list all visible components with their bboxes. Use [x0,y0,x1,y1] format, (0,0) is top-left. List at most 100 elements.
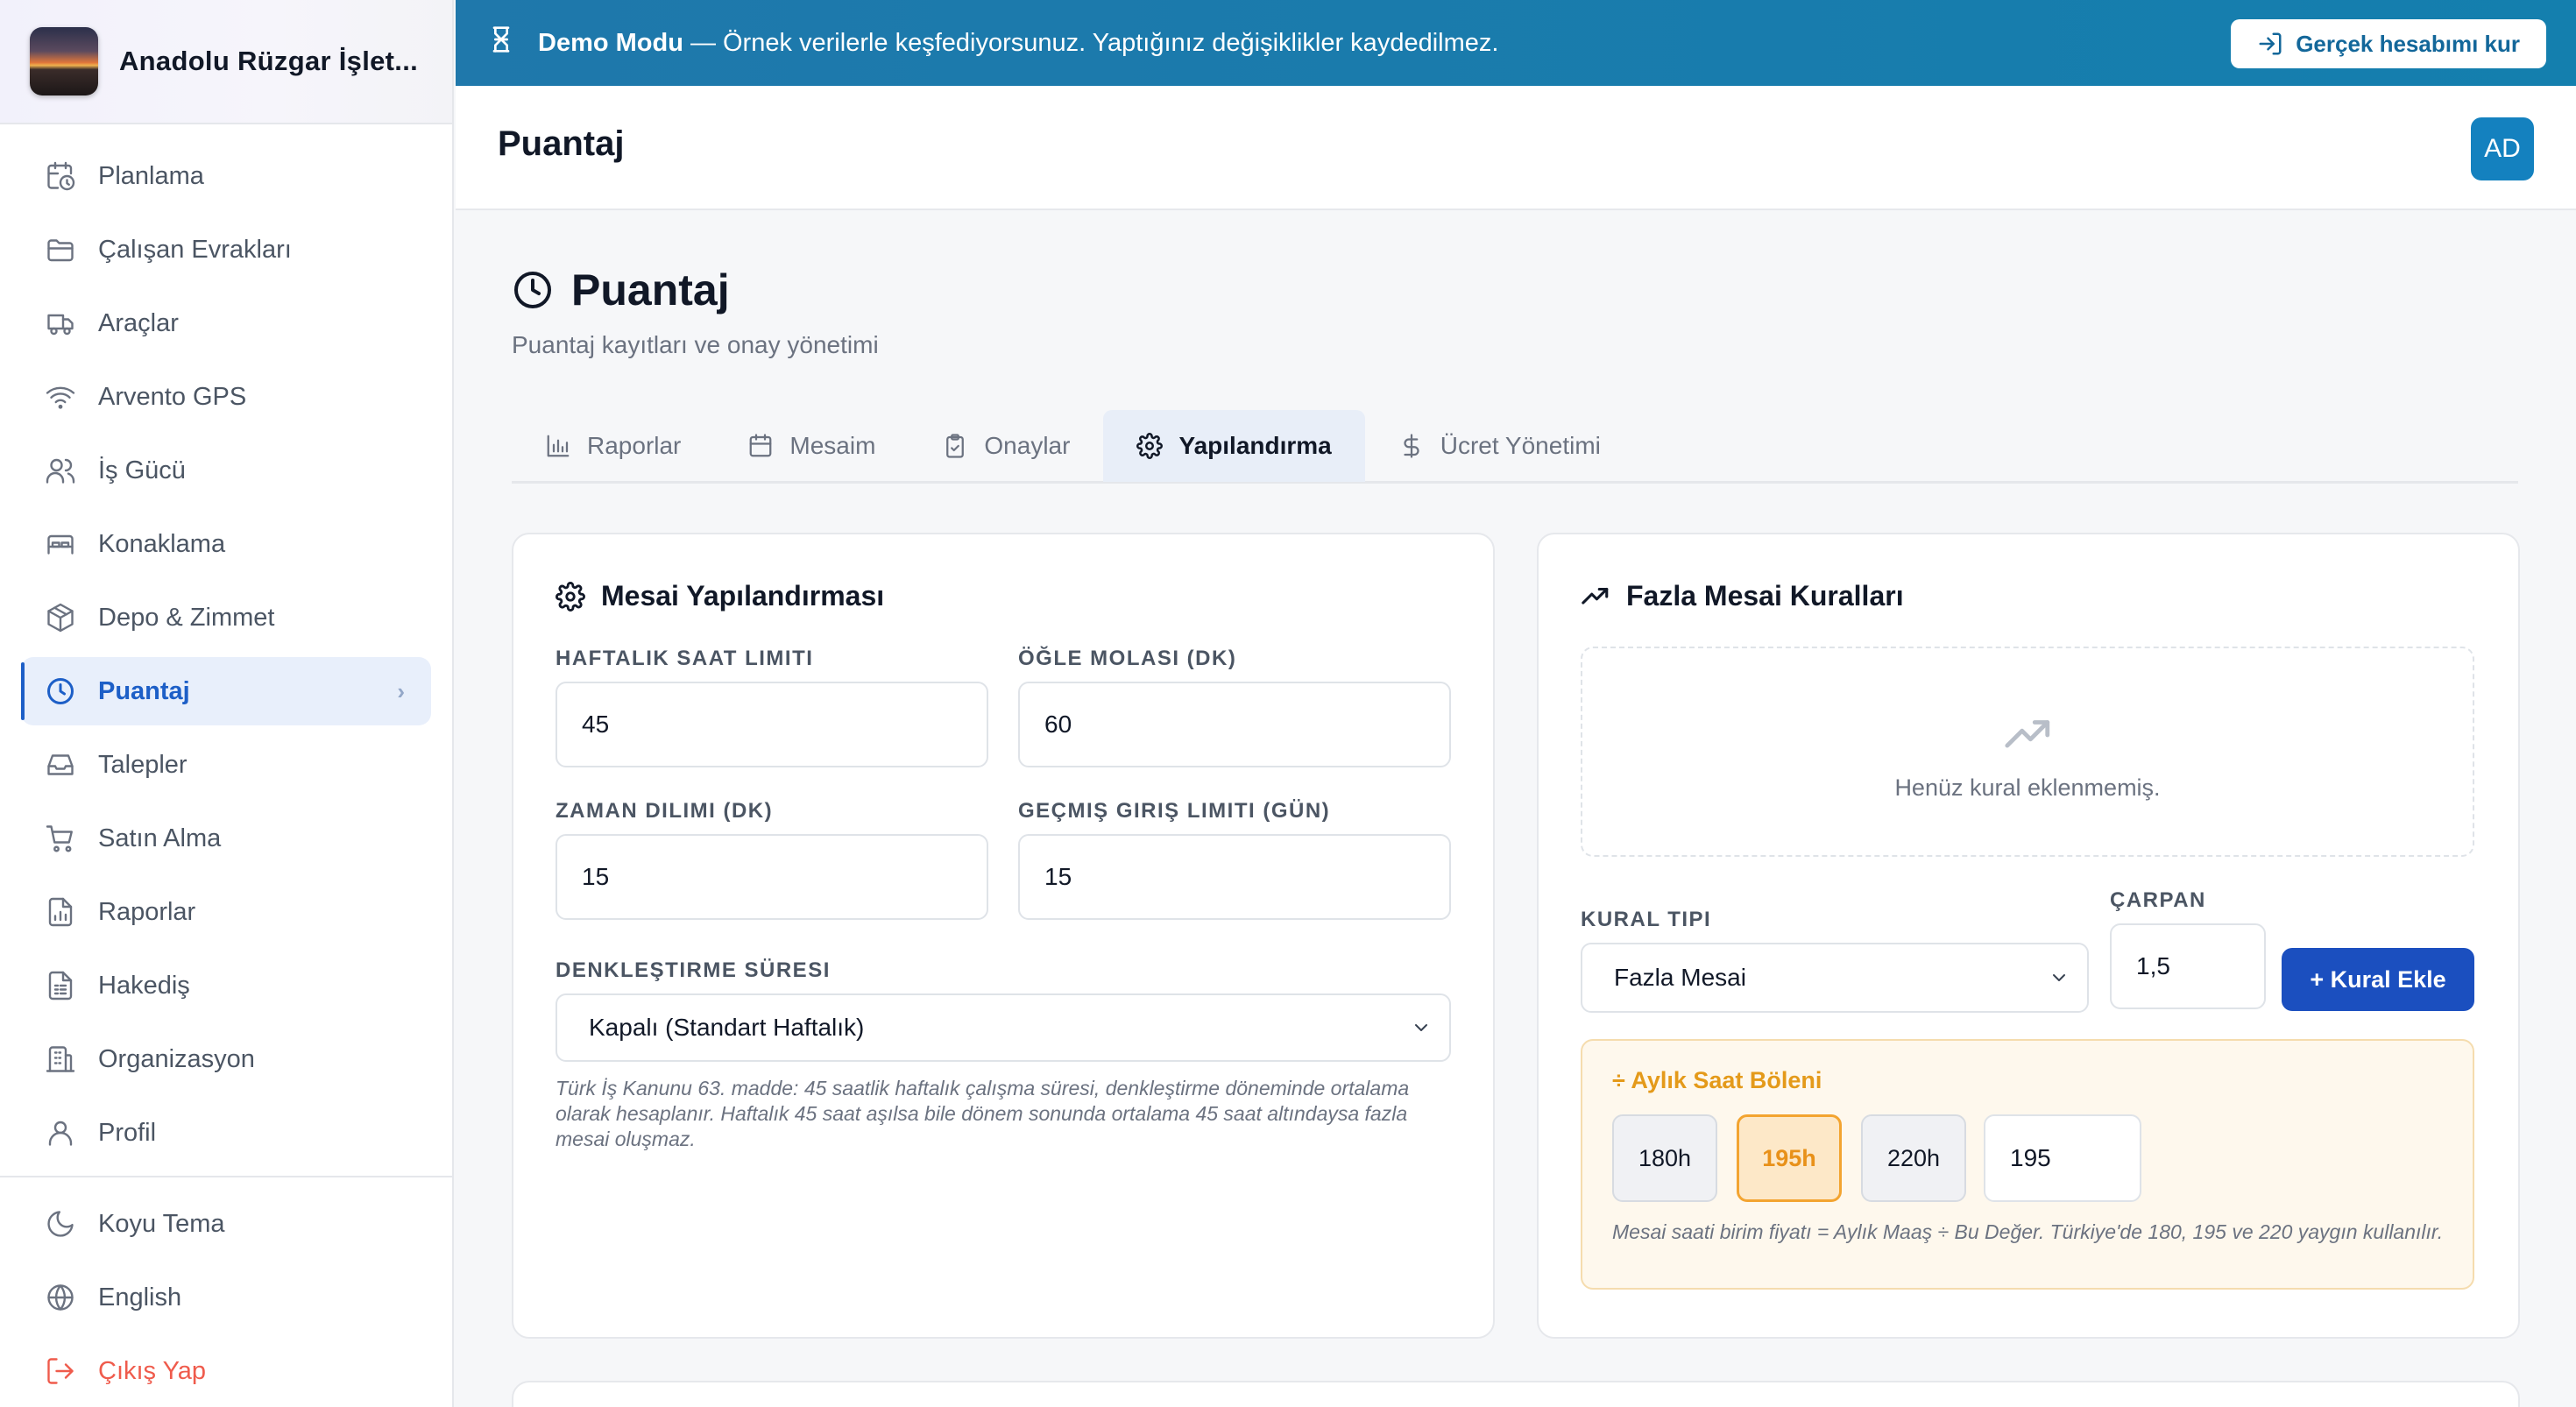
sidebar-item-label: Planlama [98,161,204,190]
divisor-option-195[interactable]: 195h [1737,1114,1842,1202]
sidebar-item-profil[interactable]: Profil [21,1099,431,1167]
next-card-edge [512,1381,2520,1407]
gear-icon [1136,433,1164,459]
overtime-config-card: Mesai Yapılandırması HAFTALIK SAAT LIMIT… [512,533,1495,1339]
calendar-clock-icon [44,159,77,193]
tab-bar: Raporlar Mesaim Onaylar Yapılandırma Ücr… [512,410,2518,484]
moon-icon [44,1207,77,1241]
sidebar-item-label: Talepler [98,750,188,779]
lunch-break-input[interactable]: 60 [1018,682,1451,767]
multiplier-input[interactable]: 1,5 [2110,923,2266,1009]
gear-icon [556,581,585,612]
package-icon [44,601,77,634]
bar-chart-icon [547,435,570,457]
tab-onaylar[interactable]: Onaylar [909,410,1103,482]
sidebar-divider [0,1176,452,1177]
sidebar-item-label: English [98,1283,182,1312]
sidebar-item-konaklama[interactable]: Konaklama [21,510,431,578]
balancing-label: DENKLEŞTIRME SÜRESI [556,958,831,982]
tab-raporlar[interactable]: Raporlar [512,410,714,482]
header-title: Puantaj [498,124,625,163]
setup-account-button[interactable]: Gerçek hesabımı kur [2231,19,2546,68]
rule-type-label: KURAL TIPI [1581,908,1712,931]
clipboard-check-icon [946,434,965,458]
sidebar-item-depo-zimmet[interactable]: Depo & Zimmet [21,583,431,652]
tab-label: Yapılandırma [1178,432,1332,459]
login-icon [2259,32,2282,55]
brand-logo [30,27,98,95]
file-chart-icon [44,895,77,929]
building-icon [44,1043,77,1076]
file-list-icon [44,969,77,1002]
tab-ucret-yonetimi[interactable]: Ücret Yönetimi [1365,410,1634,482]
calendar-icon [750,434,772,457]
tab-label: Mesaim [789,432,876,459]
sidebar-item-label: Organizasyon [98,1044,255,1073]
clock-icon [44,675,77,708]
sidebar-footer: Koyu Tema English Çıkış Yap [0,1190,452,1405]
monthly-hour-divisor: ÷ Aylık Saat Böleni 180h 195h 220h 195 M… [1581,1039,2474,1290]
setup-account-label: Gerçek hesabımı kur [2296,30,2520,57]
demo-banner: Demo Modu — Örnek verilerle keşfediyorsu… [456,0,2576,86]
hourglass-icon [487,25,515,60]
time-slot-input[interactable]: 15 [556,834,988,920]
sidebar-item-hakedis[interactable]: Hakediş [21,951,431,1020]
sidebar-item-label: Satın Alma [98,824,222,852]
sidebar-item-araclar[interactable]: Araçlar [21,289,431,357]
banner-title: Demo Modu [538,28,683,57]
trending-up-icon [1582,587,1609,605]
sidebar-item-organizasyon[interactable]: Organizasyon [21,1025,431,1093]
sidebar-item-planlama[interactable]: Planlama [21,142,431,210]
weekly-limit-label: HAFTALIK SAAT LIMITI [556,647,814,670]
brand-name: Anadolu Rüzgar İşlet... [119,46,419,76]
sidebar-item-label: Çalışan Evrakları [98,235,292,264]
page-header: Puantaj Puantaj kayıtları ve onay yöneti… [512,265,879,359]
sidebar-item-arvento-gps[interactable]: Arvento GPS [21,363,431,431]
sidebar-item-raporlar[interactable]: Raporlar [21,878,431,946]
rule-type-select[interactable]: Fazla Mesai [1581,943,2089,1013]
top-header: Puantaj AD [456,86,2576,210]
sidebar-item-is-gucu[interactable]: İş Gücü [21,436,431,505]
chevron-down-icon [1415,1024,1427,1031]
theme-toggle[interactable]: Koyu Tema [21,1190,431,1258]
banner-text: — Örnek verilerle keşfediyorsunuz. Yaptı… [690,28,1499,57]
sidebar-item-satin-alma[interactable]: Satın Alma [21,804,431,873]
user-icon [44,1116,77,1149]
multiplier-label: ÇARPAN [2110,888,2206,912]
cart-icon [44,822,77,855]
sidebar-item-label: Araçlar [98,308,179,337]
sidebar-item-talepler[interactable]: Talepler [21,731,431,799]
lunch-break-label: ÖĞLE MOLASI (DK) [1018,647,1237,670]
sidebar-item-label: Profil [98,1118,157,1147]
wifi-icon [44,380,77,414]
overtime-rules-card: Fazla Mesai Kuralları Henüz kural eklenm… [1537,533,2520,1339]
globe-icon [44,1281,77,1314]
tab-label: Onaylar [984,432,1071,459]
language-toggle[interactable]: English [21,1263,431,1332]
chevron-right-icon: › [397,677,405,704]
card-title-text: Mesai Yapılandırması [601,580,885,612]
divisor-option-220[interactable]: 220h [1861,1114,1966,1202]
weekly-limit-input[interactable]: 45 [556,682,988,767]
sidebar-item-calisan-evraklari[interactable]: Çalışan Evrakları [21,216,431,284]
tab-yapilandirma[interactable]: Yapılandırma [1103,410,1365,482]
logout-button[interactable]: Çıkış Yap [21,1337,431,1405]
sidebar-item-label: Raporlar [98,897,196,926]
avatar[interactable]: AD [2471,117,2534,180]
folder-icon [44,233,77,266]
sidebar-item-label: Konaklama [98,529,226,558]
divisor-custom-input[interactable]: 195 [1984,1114,2141,1202]
add-rule-button[interactable]: + Kural Ekle [2282,948,2474,1011]
brand[interactable]: Anadolu Rüzgar İşlet... [0,0,452,124]
sidebar: Anadolu Rüzgar İşlet... Planlama Çalışan… [0,0,454,1407]
balancing-select[interactable]: Kapalı (Standart Haftalık) [556,993,1451,1062]
sidebar-item-label: Hakediş [98,971,190,1000]
divisor-title: ÷ Aylık Saat Böleni [1612,1067,1822,1093]
bed-icon [44,527,77,561]
divisor-option-180[interactable]: 180h [1612,1114,1717,1202]
past-entry-input[interactable]: 15 [1018,834,1451,920]
sidebar-item-puantaj[interactable]: Puantaj › [21,657,431,725]
users-icon [44,454,77,487]
sidebar-nav: Planlama Çalışan Evrakları Araçlar Arven… [0,124,452,1167]
tab-mesaim[interactable]: Mesaim [714,410,909,482]
